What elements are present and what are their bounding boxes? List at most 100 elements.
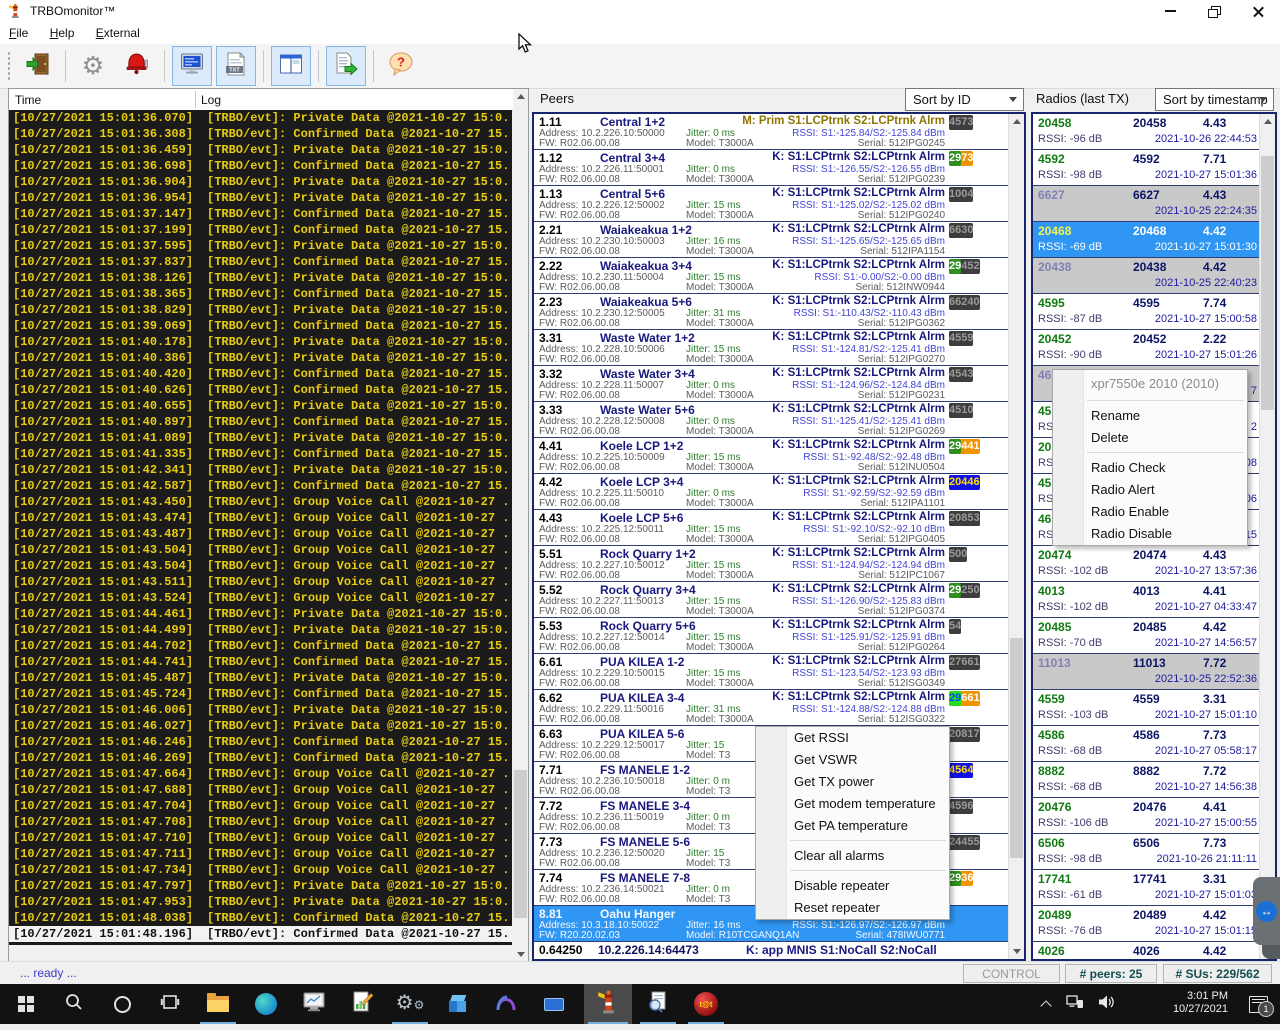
restore-button[interactable] [1192,0,1236,22]
arc-app-button[interactable] [484,984,528,1024]
peer-row[interactable]: 4.43 Koele LCP 5+6 K: S1:LCPtrnk S2:LCPt… [534,510,1009,546]
log-entry-row[interactable]: [10/27/2021 15:01:40.386][TRBO/evt]: Pri… [9,350,512,366]
radio-row[interactable]: 8882 8882 7.72 RSSI: -68 dB 2021-10-27 1… [1033,762,1260,798]
peer-row[interactable]: 5.52 Rock Quarry 3+4 K: S1:LCPtrnk S2:LC… [534,582,1009,618]
log-entry-row[interactable]: [10/27/2021 15:01:40.178][TRBO/evt]: Pri… [9,334,512,350]
log-entry-row[interactable]: [10/27/2021 15:01:43.474][TRBO/evt]: Gro… [9,510,512,526]
log-entry-row[interactable]: [10/27/2021 15:01:43.504][TRBO/evt]: Gro… [9,558,512,574]
log-entry-row[interactable]: [10/27/2021 15:01:46.269][TRBO/evt]: Con… [9,750,512,766]
peers-sort-dropdown[interactable]: Sort by ID [905,88,1024,111]
log-entry-row[interactable]: [10/27/2021 15:01:38.829][TRBO/evt]: Pri… [9,302,512,318]
radio-row[interactable]: 20489 20489 4.42 RSSI: -76 dB 2021-10-27… [1033,906,1260,942]
peer-row[interactable]: 2.22 Waiakeakua 3+4 K: S1:LCPtrnk S2:LCP… [534,258,1009,294]
report-app-button[interactable] [340,984,384,1024]
peer-row[interactable]: 3.33 Waste Water 5+6 K: S1:LCPtrnk S2:LC… [534,402,1009,438]
log-entry-row[interactable]: [10/27/2021 15:01:36.904][TRBO/evt]: Pri… [9,174,512,190]
network-tray-button[interactable] [1066,984,1084,1024]
log-entry-row[interactable]: [10/27/2021 15:01:44.461][TRBO/evt]: Pri… [9,606,512,622]
log-entry-row[interactable]: [10/27/2021 15:01:37.837][TRBO/evt]: Con… [9,254,512,270]
scroll-down-icon[interactable] [1009,944,1024,959]
gears-app-button[interactable]: ⚙⚙ [388,984,432,1024]
peer-row[interactable]: 3.32 Waste Water 3+4 K: S1:LCPtrnk S2:LC… [534,366,1009,402]
log-entry-row[interactable]: [10/27/2021 15:01:44.499][TRBO/evt]: Pri… [9,622,512,638]
radio-row[interactable]: 11013 11013 7.72 2021-10-25 22:52:36 [1033,654,1260,690]
menu-external[interactable]: External [87,22,149,40]
radios-scrollbar[interactable] [1259,114,1275,959]
radio-row[interactable]: 4586 4586 7.73 RSSI: -68 dB 2021-10-27 0… [1033,726,1260,762]
log-entry-row[interactable]: [10/27/2021 15:01:36.954][TRBO/evt]: Pri… [9,190,512,206]
log-col-log[interactable]: Log [201,93,221,107]
log-entry-row[interactable]: [10/27/2021 15:01:48.038][TRBO/evt]: Con… [9,910,512,926]
alarm-button[interactable] [117,46,157,86]
menu-item-get-tx-power[interactable]: Get TX power [756,771,949,793]
radio-row[interactable]: 20474 20474 4.43 RSSI: -102 dB 2021-10-2… [1033,546,1260,582]
peer-row[interactable]: 2.21 Waiakeakua 1+2 K: S1:LCPtrnk S2:LCP… [534,222,1009,258]
log-entry-row[interactable]: [10/27/2021 15:01:46.006][TRBO/evt]: Pri… [9,702,512,718]
radios-sort-dropdown[interactable]: Sort by timestamp [1155,88,1274,111]
log-entry-row[interactable]: [10/27/2021 15:01:44.741][TRBO/evt]: Con… [9,654,512,670]
log-entry-row[interactable]: [10/27/2021 15:01:41.335][TRBO/evt]: Con… [9,446,512,462]
radio-row[interactable]: 20438 20438 4.42 2021-10-25 22:40:23 [1033,258,1260,294]
radio-row[interactable]: 20452 20452 2.22 RSSI: -90 dB 2021-10-27… [1033,330,1260,366]
scroll-up-icon[interactable] [1260,114,1275,129]
log-entry-row[interactable]: [10/27/2021 15:01:43.504][TRBO/evt]: Gro… [9,542,512,558]
log-entry-row[interactable]: [10/27/2021 15:01:42.341][TRBO/evt]: Pri… [9,462,512,478]
scroll-down-icon[interactable] [513,947,528,962]
log-entry-row[interactable]: [10/27/2021 15:01:47.664][TRBO/evt]: Gro… [9,766,512,782]
radio-row[interactable]: 20476 20476 4.41 RSSI: -106 dB 2021-10-2… [1033,798,1260,834]
log-entry-row[interactable]: [10/27/2021 15:01:40.655][TRBO/evt]: Pri… [9,398,512,414]
radio-row[interactable]: 4013 4013 4.41 RSSI: -102 dB 2021-10-27 … [1033,582,1260,618]
log-entry-row[interactable]: [10/27/2021 15:01:46.027][TRBO/evt]: Pri… [9,718,512,734]
log-scrollbar[interactable] [513,89,528,962]
task-view-button[interactable] [148,984,192,1024]
remote-control-handle[interactable]: ↔ [1253,877,1280,945]
peer-mnis-row[interactable]: 0.6425010.2.226.14:64473K: app MNIS S1:N… [534,942,1009,959]
edge-browser-button[interactable] [244,984,288,1024]
peer-row[interactable]: 1.11 Central 1+2 M: Prim S1:LCPtrnk S2:L… [534,114,1009,150]
log-scroll-thumb[interactable] [514,770,527,918]
log-entry-row[interactable]: [10/27/2021 15:01:43.511][TRBO/evt]: Gro… [9,574,512,590]
peer-row[interactable]: 3.31 Waste Water 1+2 K: S1:LCPtrnk S2:LC… [534,330,1009,366]
scroll-up-icon[interactable] [1009,114,1024,129]
menu-item-radio-enable[interactable]: Radio Enable [1053,501,1247,523]
log-entry-row[interactable]: [10/27/2021 15:01:47.708][TRBO/evt]: Gro… [9,814,512,830]
tat-app-button[interactable]: t@t [684,984,728,1024]
radio-row[interactable]: 4026 4026 4.42 [1033,942,1260,959]
log-entry-row[interactable]: [10/27/2021 15:01:41.089][TRBO/evt]: Pri… [9,430,512,446]
peer-row[interactable]: 5.51 Rock Quarry 1+2 K: S1:LCPtrnk S2:LC… [534,546,1009,582]
log-entry-row[interactable]: [10/27/2021 15:01:47.797][TRBO/evt]: Pri… [9,878,512,894]
menu-item-get-vswr[interactable]: Get VSWR [756,749,949,771]
settings-button[interactable]: ⚙ [73,46,113,86]
log-entry-row[interactable]: [10/27/2021 15:01:47.688][TRBO/evt]: Gro… [9,782,512,798]
log-entry-row[interactable]: [10/27/2021 15:01:46.246][TRBO/evt]: Con… [9,734,512,750]
log-entry-row[interactable]: [10/27/2021 15:01:47.734][TRBO/evt]: Gro… [9,862,512,878]
log-entry-row[interactable]: [10/27/2021 15:01:47.710][TRBO/evt]: Gro… [9,830,512,846]
log-entry-row[interactable]: [10/27/2021 15:01:40.897][TRBO/evt]: Con… [9,414,512,430]
radio-row[interactable]: 20458 20458 4.43 RSSI: -96 dB 2021-10-26… [1033,114,1260,150]
log-entry-row[interactable]: [10/27/2021 15:01:44.702][TRBO/evt]: Con… [9,638,512,654]
log-entry-row[interactable]: [10/27/2021 15:01:40.420][TRBO/evt]: Con… [9,366,512,382]
peers-scrollbar[interactable] [1008,114,1024,959]
peers-scroll-thumb[interactable] [1010,638,1023,858]
radio-row[interactable]: 4595 4595 7.74 RSSI: -87 dB 2021-10-27 1… [1033,294,1260,330]
log-entry-row[interactable]: [10/27/2021 15:01:37.199][TRBO/evt]: Con… [9,222,512,238]
volume-tray-button[interactable] [1098,984,1116,1024]
menu-item-radio-disable[interactable]: Radio Disable [1053,523,1247,545]
exit-button[interactable] [18,46,58,86]
taskbar-clock[interactable]: 3:01 PM 10/27/2021 [1138,984,1228,1030]
start-button[interactable] [4,984,48,1024]
menu-help[interactable]: Help [41,22,84,40]
radio-row[interactable]: 4559 4559 3.31 RSSI: -103 dB 2021-10-27 … [1033,690,1260,726]
menu-item-clear-all-alarms[interactable]: Clear all alarms [756,845,949,867]
file-explorer-button[interactable] [196,984,240,1024]
monitor-app-button[interactable] [292,984,336,1024]
log-col-time[interactable]: Time [15,93,41,107]
menu-item-get-modem-temperature[interactable]: Get modem temperature [756,793,949,815]
log-entry-row[interactable]: [10/27/2021 15:01:48.196][TRBO/evt]: Con… [9,926,512,942]
log-entry-row[interactable]: [10/27/2021 15:01:47.711][TRBO/evt]: Gro… [9,846,512,862]
log-entry-row[interactable]: [10/27/2021 15:01:40.626][TRBO/evt]: Con… [9,382,512,398]
log-entry-row[interactable]: [10/27/2021 15:01:43.524][TRBO/evt]: Gro… [9,590,512,606]
toolbar-grip[interactable] [7,51,11,81]
peer-row[interactable]: 1.13 Central 5+6 K: S1:LCPtrnk S2:LCPtrn… [534,186,1009,222]
action-center-button[interactable]: 1 [1249,984,1268,1024]
